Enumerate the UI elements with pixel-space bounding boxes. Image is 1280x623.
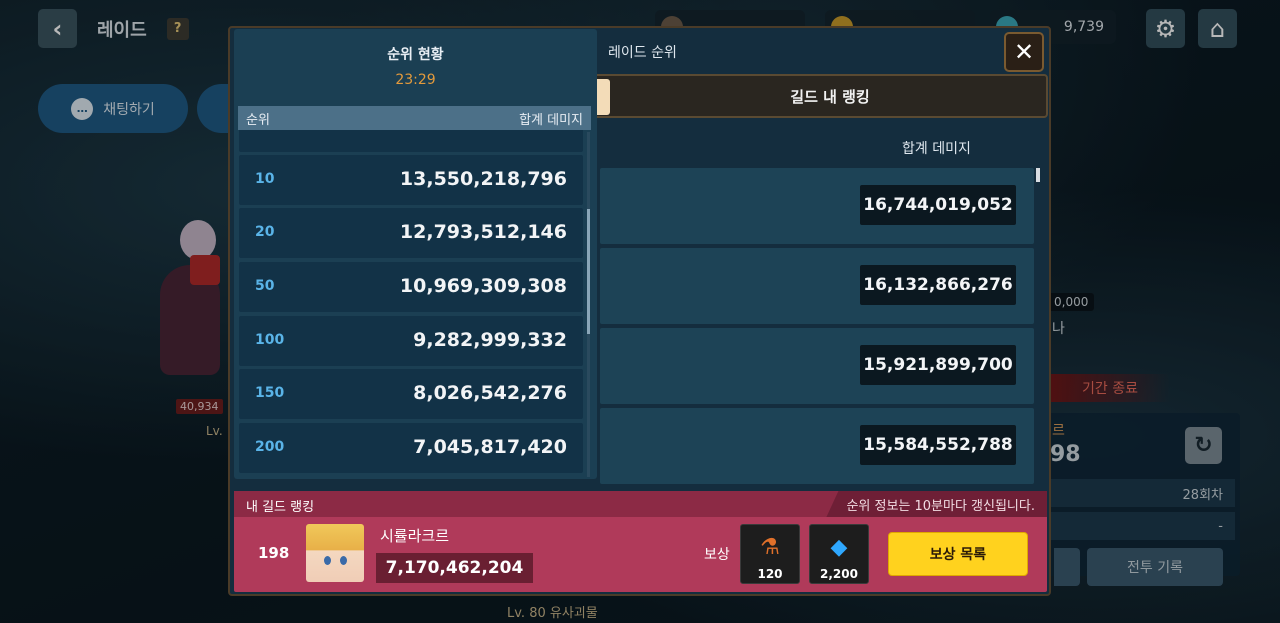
- my-guild-name: 시률라크르: [380, 527, 450, 545]
- table-row: 20 12,793,512,146: [239, 208, 583, 258]
- list-item-damage: 16,132,866,276: [860, 265, 1016, 305]
- reward-item-potion[interactable]: ⚗ 120: [740, 524, 800, 584]
- list-item-damage: 16,744,019,052: [860, 185, 1016, 225]
- diamond-icon: ◆: [830, 535, 848, 560]
- ranking-timer: 23:29: [395, 72, 436, 88]
- my-guild-rank: 198: [258, 544, 290, 562]
- list-item-damage: 15,921,899,700: [860, 345, 1016, 385]
- ranking-tabs: 길드 내 랭킹: [570, 74, 1048, 118]
- column-damage: 합계 데미지: [519, 112, 583, 128]
- row-damage: 12,793,512,146: [399, 221, 567, 243]
- my-guild-ranking: 내 길드 랭킹 순위 정보는 10분마다 갱신됩니다. 198 시률라크르 7,…: [234, 491, 1047, 592]
- ranking-status-title: 순위 현황: [387, 47, 444, 63]
- row-damage: 7,045,817,420: [413, 436, 567, 458]
- list-item: 16,132,866,276: [600, 248, 1034, 324]
- table-row: 10 13,550,218,796: [239, 155, 583, 205]
- row-rank: 150: [255, 385, 285, 401]
- list-scrollbar[interactable]: [1036, 168, 1040, 182]
- reward-item-diamond[interactable]: ◆ 2,200: [809, 524, 869, 584]
- reward-label: 보상: [704, 547, 730, 563]
- row-rank: 50: [255, 278, 275, 294]
- guild-ranking-list[interactable]: 16,744,019,052 16,132,866,276 15,921,899…: [600, 124, 1048, 486]
- row-rank: 200: [255, 439, 285, 455]
- table-row: 150 8,026,542,276: [239, 369, 583, 419]
- tab-guild-ranking[interactable]: 길드 내 랭킹: [612, 76, 1048, 116]
- row-damage: 13,550,218,796: [399, 168, 567, 190]
- reward-count: 2,200: [820, 567, 858, 581]
- ranking-scroll-thumb[interactable]: [587, 209, 590, 334]
- ranking-table-header: 순위 합계 데미지: [238, 106, 591, 130]
- table-row: 200 7,045,817,420: [239, 423, 583, 473]
- potion-icon: ⚗: [760, 535, 780, 560]
- dialog-title: 레이드 순위: [608, 45, 677, 61]
- list-item-damage: 15,584,552,788: [860, 425, 1016, 465]
- update-notice: 순위 정보는 10분마다 갱신됩니다.: [826, 491, 1047, 517]
- column-rank: 순위: [246, 112, 270, 128]
- row-rank: 100: [255, 332, 285, 348]
- reward-count: 120: [757, 567, 783, 581]
- row-damage: 9,282,999,332: [413, 329, 567, 351]
- list-item: 15,584,552,788: [600, 408, 1034, 484]
- row-damage: 8,026,542,276: [413, 382, 567, 404]
- list-item: 15,921,899,700: [600, 328, 1034, 404]
- avatar: [306, 524, 364, 582]
- row-rank: 10: [255, 171, 275, 187]
- ranking-status-panel: 순위 현황 23:29 순위 합계 데미지 10 13,550,218,796 …: [234, 29, 597, 479]
- table-row: [239, 130, 583, 152]
- table-row: 50 10,969,309,308: [239, 262, 583, 312]
- row-damage: 10,969,309,308: [399, 275, 567, 297]
- ranking-table-body[interactable]: 10 13,550,218,796 20 12,793,512,146 50 1…: [238, 130, 584, 479]
- table-row: 100 9,282,999,332: [239, 316, 583, 366]
- close-button[interactable]: ✕: [1004, 32, 1044, 72]
- close-icon: ✕: [1013, 38, 1035, 66]
- my-guild-damage: 7,170,462,204: [376, 553, 533, 583]
- my-guild-label: 내 길드 랭킹: [246, 500, 315, 515]
- row-rank: 20: [255, 224, 275, 240]
- reward-list-button[interactable]: 보상 목록: [888, 532, 1028, 576]
- list-item: 16,744,019,052: [600, 168, 1034, 244]
